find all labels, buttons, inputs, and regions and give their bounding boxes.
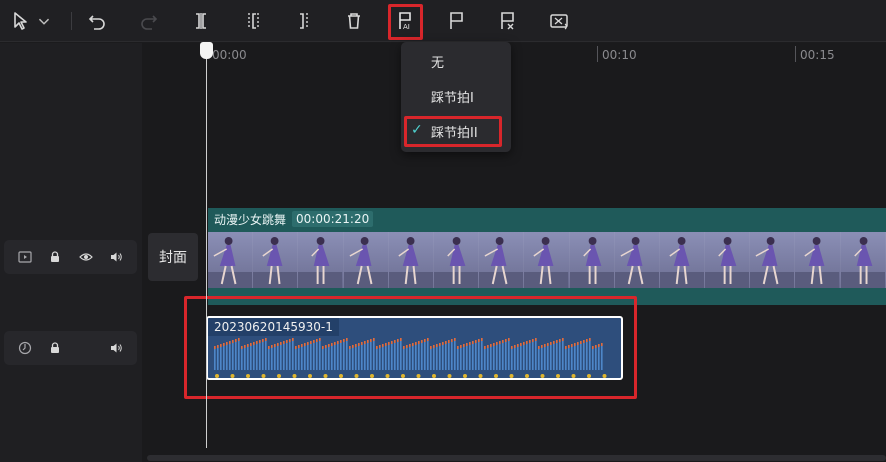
video-clip[interactable]: 动漫少女跳舞 00:00:21:20 — [208, 208, 886, 305]
ruler-label: 00:00 — [212, 48, 247, 62]
chevron-down-icon[interactable] — [34, 6, 54, 36]
video-thumbnail — [659, 232, 706, 288]
add-marker-icon[interactable] — [441, 6, 471, 36]
redo-icon[interactable] — [134, 6, 164, 36]
volume-icon[interactable] — [107, 339, 125, 357]
video-thumbnail — [208, 232, 254, 288]
split-right-icon[interactable] — [288, 6, 318, 36]
video-thumbnail — [569, 232, 615, 288]
audio-clip[interactable]: 20230620145930-1 — [206, 316, 623, 380]
undo-icon[interactable] — [82, 6, 112, 36]
menu-item-label: 无 — [431, 55, 445, 71]
video-thumbnail — [479, 232, 525, 288]
track-header-panel — [0, 43, 142, 462]
video-thumbnail — [524, 232, 570, 288]
video-track-header — [4, 240, 137, 274]
remove-marker-icon[interactable] — [492, 6, 522, 36]
video-thumbnail — [343, 232, 389, 288]
video-clip-name: 动漫少女跳舞 — [214, 212, 287, 227]
video-thumbnail — [433, 232, 480, 288]
audio-clip-name: 20230620145930-1 — [208, 318, 339, 336]
split-left-icon[interactable] — [238, 6, 268, 36]
delete-icon[interactable] — [339, 6, 369, 36]
video-thumbnail — [750, 232, 796, 288]
ruler-label: 00:10 — [602, 48, 637, 62]
menu-item-beat-2[interactable]: ✓ 踩节拍II — [401, 117, 511, 145]
toolbar-divider — [71, 12, 72, 30]
menu-item-beat-1[interactable]: 踩节拍I — [401, 82, 511, 110]
menu-item-label: 踩节拍II — [431, 125, 478, 141]
menu-item-none[interactable]: 无 — [401, 47, 511, 75]
video-thumbnail — [388, 232, 434, 288]
timeline-scrollbar[interactable] — [147, 455, 886, 461]
playhead-line — [206, 58, 207, 448]
audio-beat-icon — [16, 339, 34, 357]
auto-beat-icon[interactable]: AI — [390, 6, 420, 36]
lock-icon[interactable] — [46, 339, 64, 357]
video-clip-duration: 00:00:21:20 — [292, 211, 374, 227]
video-thumbnail — [298, 232, 344, 288]
ruler-label: 00:15 — [800, 48, 835, 62]
ruler-tick — [597, 46, 598, 62]
video-thumbnail — [253, 232, 299, 288]
cover-label: 封面 — [159, 250, 187, 266]
video-track-icon — [16, 248, 34, 266]
audio-track-header — [4, 331, 137, 365]
toolbar: AI — [0, 0, 886, 42]
ruler-tick — [795, 46, 796, 62]
cover-button[interactable]: 封面 — [148, 233, 198, 281]
video-clip-header: 动漫少女跳舞 00:00:21:20 — [208, 208, 374, 230]
volume-icon[interactable] — [107, 248, 125, 266]
select-tool-icon[interactable] — [6, 6, 36, 36]
video-thumbnail — [795, 232, 841, 288]
playhead-handle[interactable] — [200, 42, 213, 59]
video-thumbnail — [705, 232, 751, 288]
eye-icon[interactable] — [77, 248, 95, 266]
audio-separate-icon[interactable] — [544, 6, 574, 36]
svg-text:AI: AI — [403, 23, 410, 31]
menu-item-label: 踩节拍I — [431, 90, 474, 106]
check-icon: ✓ — [411, 122, 423, 138]
split-icon[interactable] — [186, 6, 216, 36]
audio-waveform — [214, 338, 607, 378]
video-thumbnail — [614, 232, 660, 288]
video-thumbnail — [840, 232, 886, 288]
lock-icon[interactable] — [46, 248, 64, 266]
video-thumbnails — [208, 232, 886, 288]
beat-mode-menu: 无 踩节拍I ✓ 踩节拍II — [401, 42, 511, 152]
